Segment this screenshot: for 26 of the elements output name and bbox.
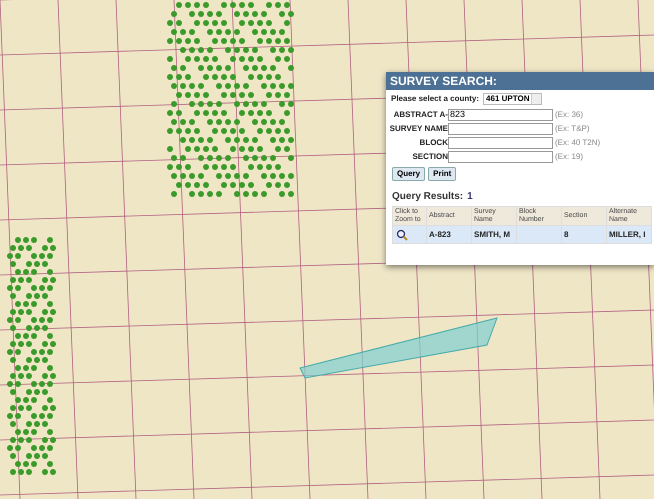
- input-field[interactable]: [448, 136, 553, 148]
- panel-button[interactable]: Query: [392, 167, 426, 181]
- input-field[interactable]: [448, 150, 553, 162]
- panel-button[interactable]: Print: [428, 167, 456, 181]
- table-cell: A-823: [426, 226, 472, 244]
- hint-text: (Ex: 40 T2N): [555, 136, 600, 148]
- county-label: Please select a county:: [391, 93, 480, 105]
- result-row[interactable]: A-823 SMITH, M 8 MILLER, I: [392, 226, 652, 244]
- hint-text: (Ex: 19): [555, 150, 584, 162]
- field-label: BLOCK: [418, 136, 448, 148]
- county-select[interactable]: 461 UPTON: [483, 93, 542, 105]
- field-label: SURVEY NAME: [388, 122, 448, 134]
- table-cell: MILLER, I: [606, 226, 652, 244]
- input-field[interactable]: 823: [448, 108, 553, 120]
- results-count: 1: [467, 190, 473, 204]
- field-label: ABSTRACT A-: [392, 108, 448, 120]
- table-cell: SMITH, M: [472, 226, 516, 244]
- panel-title: SURVEY SEARCH:: [386, 72, 654, 90]
- input-field[interactable]: [448, 122, 553, 134]
- table-cell: 8: [562, 226, 606, 244]
- results-label: Query Results:: [392, 190, 464, 204]
- hint-text: (Ex: T&P): [555, 122, 590, 134]
- hint-text: (Ex: 36): [555, 108, 584, 120]
- table-cell: [516, 226, 562, 244]
- field-label: SECTION: [411, 150, 448, 162]
- zoom-icon[interactable]: [396, 228, 408, 240]
